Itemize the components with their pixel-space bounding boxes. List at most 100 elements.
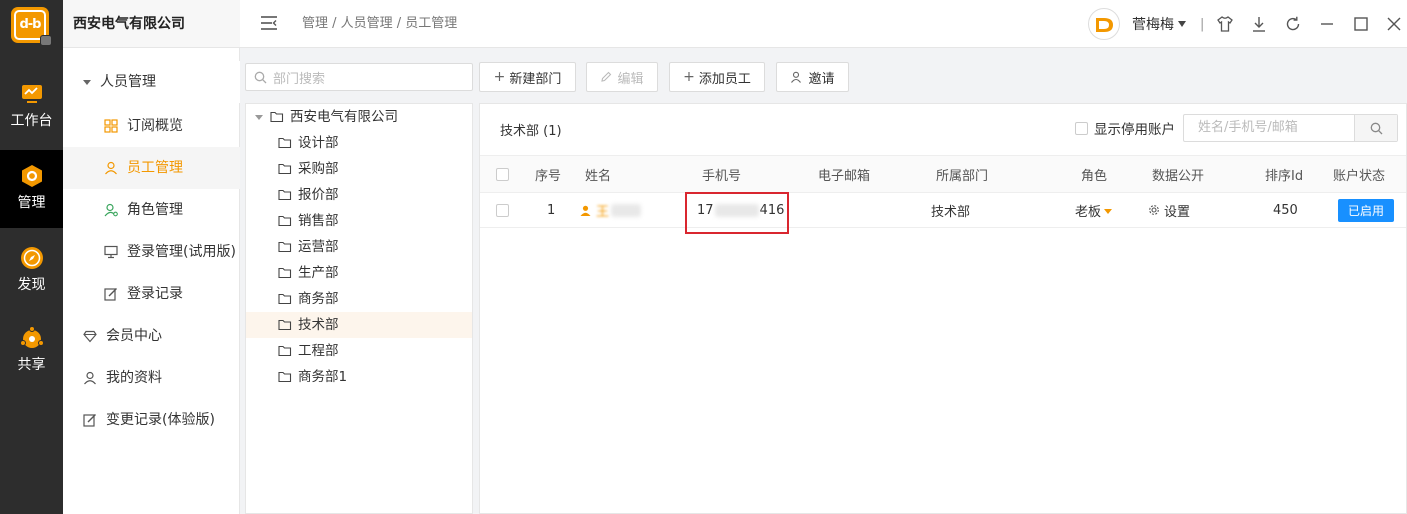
caret-down-icon xyxy=(1104,209,1113,214)
maximize-icon[interactable] xyxy=(1352,15,1370,33)
tree-item[interactable]: 运营部 xyxy=(246,234,472,260)
rail-item-workbench[interactable]: 工作台 xyxy=(0,82,63,160)
folder-icon xyxy=(278,241,292,253)
tree-item-label: 运营部 xyxy=(298,239,339,255)
tree-item[interactable]: 生产部 xyxy=(246,260,472,286)
tree-root-label: 西安电气有限公司 xyxy=(290,109,398,125)
sidebar-group-label: 人员管理 xyxy=(100,74,156,90)
row-checkbox[interactable] xyxy=(496,193,509,227)
tree-item[interactable]: 采购部 xyxy=(246,156,472,182)
folder-icon xyxy=(278,163,292,175)
compass-icon xyxy=(20,247,43,269)
sidebar-group-personnel[interactable]: 人员管理 xyxy=(63,61,240,103)
sidebar-item-label: 角色管理 xyxy=(127,202,183,218)
sidebar-item-label: 变更记录(体验版) xyxy=(106,412,215,428)
tree-item[interactable]: 商务部1 xyxy=(246,364,472,390)
dept-tree: 西安电气有限公司 设计部采购部报价部销售部运营部生产部商务部技术部工程部商务部1 xyxy=(245,103,473,514)
sidebar-item-subscription[interactable]: 订阅概览 xyxy=(63,105,240,147)
sidebar-item-my-profile[interactable]: 我的资料 xyxy=(63,357,240,399)
sidebar-item-member-center[interactable]: 会员中心 xyxy=(63,315,240,357)
new-dept-button[interactable]: + 新建部门 xyxy=(479,62,576,92)
status-cell: 已启用 xyxy=(1338,193,1395,227)
sidebar-item-login-mgmt[interactable]: 登录管理(试用版) xyxy=(63,231,240,273)
grid-icon xyxy=(104,119,118,133)
close-icon[interactable] xyxy=(1385,15,1403,33)
tree-item[interactable]: 工程部 xyxy=(246,338,472,364)
col-sort-id: 排序Id xyxy=(1265,168,1304,184)
table-row[interactable]: 1 王 17 416 技术部 老板 设置 450 已启用 xyxy=(480,193,1406,228)
add-employee-button[interactable]: + 添加员工 xyxy=(669,62,765,92)
gear-icon xyxy=(1149,205,1159,215)
row-index: 1 xyxy=(547,202,556,218)
folder-icon xyxy=(278,137,292,149)
monitor-small-icon xyxy=(104,245,118,259)
sidebar-item-employees[interactable]: 员工管理 xyxy=(63,147,240,189)
sidebar-item-login-records[interactable]: 登录记录 xyxy=(63,273,240,315)
dept-search-input[interactable]: 部门搜索 xyxy=(245,63,473,91)
search-placeholder: 部门搜索 xyxy=(273,71,326,87)
select-all-checkbox[interactable] xyxy=(496,156,509,192)
account-search[interactable]: 姓名/手机号/邮箱 xyxy=(1183,114,1398,142)
minimize-icon[interactable] xyxy=(1318,15,1336,33)
data-public-settings[interactable]: 设置 xyxy=(1148,193,1190,227)
download-icon[interactable] xyxy=(1250,15,1268,33)
folder-icon xyxy=(278,293,292,305)
highlight-box xyxy=(685,192,789,234)
user-menu[interactable]: 菅梅梅 | xyxy=(1088,8,1204,40)
company-name: 西安电气有限公司 xyxy=(63,0,240,48)
shirt-icon[interactable] xyxy=(1216,15,1234,33)
row-name-text: 王 xyxy=(596,204,610,220)
tree-item-label: 设计部 xyxy=(298,135,339,151)
rail-label: 管理 xyxy=(17,195,46,211)
sidebar-item-label: 员工管理 xyxy=(127,160,183,176)
sidebar-item-change-log[interactable]: 变更记录(体验版) xyxy=(63,399,240,441)
user-icon xyxy=(580,205,591,216)
invite-button[interactable]: 邀请 xyxy=(776,62,849,92)
row-role[interactable]: 老板 xyxy=(1075,193,1113,227)
checkbox[interactable] xyxy=(1075,121,1088,135)
row-name[interactable]: 王 xyxy=(580,193,642,227)
pencil-icon xyxy=(601,71,612,82)
tree-root[interactable]: 西安电气有限公司 xyxy=(246,104,472,130)
rail-item-manage[interactable]: 管理 xyxy=(0,150,63,228)
refresh-icon[interactable] xyxy=(1284,15,1302,33)
search-icon xyxy=(1370,122,1382,134)
edit-button[interactable]: 编辑 xyxy=(586,62,658,92)
col-dept: 所属部门 xyxy=(936,168,989,184)
tree-item[interactable]: 销售部 xyxy=(246,208,472,234)
folder-icon xyxy=(278,215,292,227)
tree-item-label: 报价部 xyxy=(298,187,339,203)
sidebar: 西安电气有限公司 人员管理 订阅概览 员工管理 角色管理 登录管理(试用版) 登… xyxy=(63,0,240,514)
edit-icon xyxy=(83,414,96,427)
breadcrumb: 管理 / 人员管理 / 员工管理 xyxy=(302,16,458,31)
rail-label: 共享 xyxy=(17,357,46,373)
rail-item-share[interactable]: 共享 xyxy=(0,326,63,404)
person-icon xyxy=(84,371,96,385)
tree-item[interactable]: 商务部 xyxy=(246,286,472,312)
avatar xyxy=(1088,8,1120,40)
sidebar-item-label: 会员中心 xyxy=(106,328,162,344)
camera-icon xyxy=(40,35,52,46)
tree-item[interactable]: 设计部 xyxy=(246,130,472,156)
sidebar-item-label: 登录记录 xyxy=(127,286,183,302)
col-index: 序号 xyxy=(535,168,562,184)
show-disabled-label: 显示停用账户 xyxy=(1094,122,1175,138)
caret-down-icon xyxy=(83,79,91,85)
sidebar-item-roles[interactable]: 角色管理 xyxy=(63,189,240,231)
app-logo[interactable]: d-b xyxy=(11,7,52,46)
tree-item[interactable]: 技术部 xyxy=(246,312,472,338)
col-role: 角色 xyxy=(1081,168,1108,184)
show-disabled-toggle[interactable]: 显示停用账户 xyxy=(1075,118,1175,138)
folder-icon xyxy=(278,319,292,331)
tree-item-label: 商务部 xyxy=(298,291,339,307)
tree-item[interactable]: 报价部 xyxy=(246,182,472,208)
status-badge[interactable]: 已启用 xyxy=(1338,198,1395,222)
col-name: 姓名 xyxy=(585,168,612,184)
caret-down-icon xyxy=(255,114,263,120)
tree-item-label: 工程部 xyxy=(298,343,339,359)
add-employee-label: 添加员工 xyxy=(698,71,751,87)
menu-collapse-icon[interactable] xyxy=(260,15,278,31)
account-search-input[interactable]: 姓名/手机号/邮箱 xyxy=(1184,115,1354,141)
account-search-button[interactable] xyxy=(1354,115,1397,141)
rail-item-discover[interactable]: 发现 xyxy=(0,246,63,324)
